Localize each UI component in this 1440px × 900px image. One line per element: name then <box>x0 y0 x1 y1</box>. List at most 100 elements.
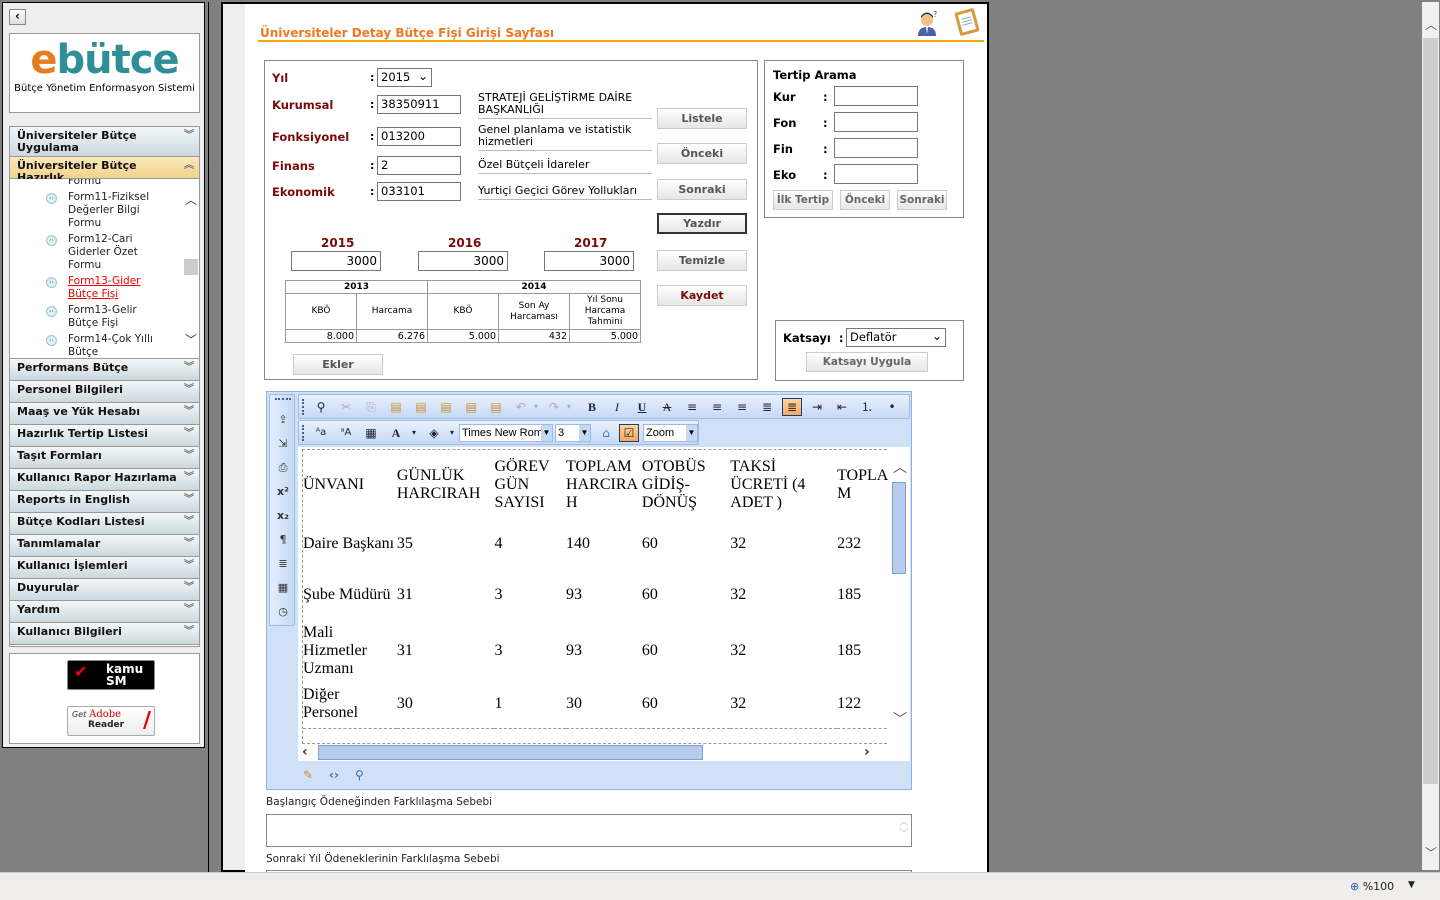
collapse-panel-button[interactable]: ‹ <box>9 9 26 25</box>
ekonomik-input[interactable]: 033101 <box>377 182 461 201</box>
tertip-sonraki-button[interactable]: Sonraki <box>897 190 947 210</box>
year-select[interactable]: 2015 ⌄ <box>377 68 432 87</box>
scroll-left-icon[interactable]: ‹ <box>302 744 308 760</box>
html-mode-icon[interactable]: ‹› <box>329 768 339 782</box>
align-left-icon[interactable]: ≡ <box>682 398 702 416</box>
import-icon[interactable]: ⇲ <box>274 435 292 453</box>
editor-vertical-scrollbar[interactable]: ︿ ﹀ <box>889 447 909 744</box>
align-center-icon[interactable]: ≡ <box>707 398 727 416</box>
paste-html-icon[interactable]: ▤ <box>486 398 506 416</box>
calendar-icon[interactable]: ▦ <box>274 579 292 597</box>
justify-icon[interactable]: ≣ <box>757 398 777 416</box>
scroll-thumb[interactable] <box>892 482 906 574</box>
zoom-level[interactable]: ⊕ %100 <box>1350 880 1394 893</box>
kaydet-button[interactable]: Kaydet <box>657 285 747 306</box>
submenu-item-form14[interactable]: ‹› Form14-Çok Yıllı Bütçe <box>10 333 185 358</box>
superscript-icon[interactable]: x² <box>274 483 292 501</box>
format-list-icon[interactable]: ≣ <box>274 555 292 573</box>
editor-horizontal-scrollbar[interactable]: ‹ › <box>298 744 888 761</box>
print-icon[interactable]: ⎙ <box>274 459 292 477</box>
kamusm-logo[interactable]: ✔ kamu SM <box>67 660 155 690</box>
sidebar-section-universiteler-butce-hazirlik[interactable]: Üniversiteler Bütçe Hazırlık ︽ <box>10 157 199 184</box>
insert-icon[interactable]: ⇪ <box>274 411 292 429</box>
kurumsal-input[interactable]: 38350911 <box>377 95 461 114</box>
sidebar-section[interactable]: Bütçe Kodları Listesi ︾ <box>10 513 199 535</box>
scroll-up-icon[interactable]: ︿ <box>893 457 907 477</box>
submenu-item[interactable]: Formu <box>10 179 185 188</box>
preview-icon[interactable]: ⌂ <box>596 424 616 442</box>
tertip-eko-input[interactable] <box>834 164 918 184</box>
sidebar-section[interactable]: Yardım ︾ <box>10 601 199 623</box>
yazdir-button[interactable]: Yazdır <box>657 213 747 234</box>
submenu-item-form11[interactable]: ‹› Form11-Fiziksel Değerler Bilgi Formu <box>10 191 185 230</box>
tertip-fin-input[interactable] <box>834 138 918 158</box>
help-user-icon[interactable]: ? <box>914 10 940 36</box>
font-color-dropdown-icon[interactable]: ▾ <box>404 424 424 442</box>
paragraph-icon[interactable]: ¶ <box>274 531 292 549</box>
increase-font-icon[interactable]: ᴬa <box>311 424 331 442</box>
table-icon[interactable]: ▦ <box>361 424 381 442</box>
paste-icon[interactable]: ▤ <box>386 398 406 416</box>
undo-dropdown-icon[interactable]: ▾ <box>526 398 546 416</box>
sidebar-section[interactable]: Maaş ve Yük Hesabı ︾ <box>10 403 199 425</box>
sidebar-section[interactable]: Kullanıcı İşlemleri ︾ <box>10 557 199 579</box>
tertip-fon-input[interactable] <box>834 112 918 132</box>
numbered-list-icon[interactable]: ⒈ <box>857 398 877 416</box>
sidebar-section[interactable]: Taşıt Formları ︾ <box>10 447 199 469</box>
listele-button[interactable]: Listele <box>657 108 747 129</box>
katsayi-select[interactable]: Deflatör ⌄ <box>846 328 946 347</box>
italic-icon[interactable]: I <box>607 398 627 416</box>
tertip-kur-input[interactable] <box>834 86 918 106</box>
strikethrough-icon[interactable]: A <box>657 398 677 416</box>
tertip-onceki-button[interactable]: Önceki <box>840 190 890 210</box>
textarea-scroll-icon[interactable]: ︿ ﹀ <box>899 817 909 841</box>
submenu-item-form13-gelir[interactable]: ‹› Form13-Gelir Bütçe Fişi <box>10 304 185 330</box>
katsayi-uygula-button[interactable]: Katsayı Uygula <box>806 352 928 372</box>
scroll-thumb[interactable] <box>184 259 198 275</box>
onceki-button[interactable]: Önceki <box>657 143 747 164</box>
highlight-icon[interactable]: ◈ <box>424 424 444 442</box>
underline-icon[interactable]: U <box>632 398 652 416</box>
redo-dropdown-icon[interactable]: ▾ <box>559 398 579 416</box>
sidebar-section-universiteler-butce-uygulama[interactable]: Üniversiteler Bütçe Uygulama ︾ <box>10 127 199 157</box>
submenu-item-form12[interactable]: ‹› Form12-Cari Giderler Özet Formu <box>10 233 185 272</box>
sidebar-section[interactable]: Kullanıcı Bilgileri ︾ <box>10 623 199 645</box>
scroll-down-icon[interactable]: ﹀ <box>893 709 907 729</box>
indent-icon[interactable]: ⇥ <box>807 398 827 416</box>
amount-2016-input[interactable]: 3000 <box>418 251 508 271</box>
zoom-select[interactable]: Zoom ▼ <box>643 424 698 442</box>
scroll-up-icon[interactable]: ︿ <box>1425 16 1437 33</box>
subscript-icon[interactable]: x₂ <box>274 507 292 525</box>
scroll-thumb[interactable] <box>318 745 703 760</box>
font-size-select[interactable]: 3 ▼ <box>555 424 591 442</box>
sidebar-section[interactable]: Performans Bütçe ︾ <box>10 359 199 381</box>
paste-word-clean-icon[interactable]: ▤ <box>436 398 456 416</box>
align-right-icon[interactable]: ≡ <box>732 398 752 416</box>
scroll-thumb[interactable] <box>1423 38 1438 784</box>
clock-icon[interactable]: ◷ <box>274 603 292 621</box>
scroll-up-icon[interactable]: ︿ <box>185 191 197 208</box>
scroll-right-icon[interactable]: › <box>864 744 870 760</box>
scroll-down-icon[interactable]: ﹀ <box>185 331 197 348</box>
find-icon[interactable]: ⚲ <box>311 398 331 416</box>
preview-mode-icon[interactable]: ⚲ <box>355 768 364 782</box>
sidebar-section[interactable]: Duyurular ︾ <box>10 579 199 601</box>
fonksiyonel-input[interactable]: 013200 <box>377 127 461 146</box>
track-changes-icon[interactable]: ☑ <box>619 424 639 442</box>
paste-text-icon[interactable]: ▤ <box>461 398 481 416</box>
baslangic-sebebi-textarea[interactable]: ︿ ﹀ <box>266 814 912 847</box>
cut-icon[interactable]: ✂ <box>336 398 356 416</box>
sidebar-section[interactable]: Hazırlık Tertip Listesi ︾ <box>10 425 199 447</box>
finans-input[interactable]: 2 <box>377 156 461 175</box>
font-color-icon[interactable]: A <box>386 424 406 442</box>
editor-content-area[interactable]: ÜNVANI GÜNLÜK HARCIRAH GÖREV GÜN SAYISI … <box>298 447 910 761</box>
submenu-item-form13-gider[interactable]: ‹› Form13-Gider Bütçe Fişi <box>10 275 185 301</box>
copy-icon[interactable]: ⎘ <box>361 398 381 416</box>
ilk-tertip-button[interactable]: İlk Tertip <box>773 190 833 210</box>
no-align-icon[interactable]: ≣ <box>782 398 802 416</box>
sidebar-section[interactable]: Kullanıcı Rapor Hazırlama ︾ <box>10 469 199 491</box>
temizle-button[interactable]: Temizle <box>657 250 747 271</box>
bold-icon[interactable]: B <box>582 398 602 416</box>
zoom-dropdown-icon[interactable]: ▼ <box>1408 880 1415 890</box>
sidebar-section[interactable]: Personel Bilgileri ︾ <box>10 381 199 403</box>
